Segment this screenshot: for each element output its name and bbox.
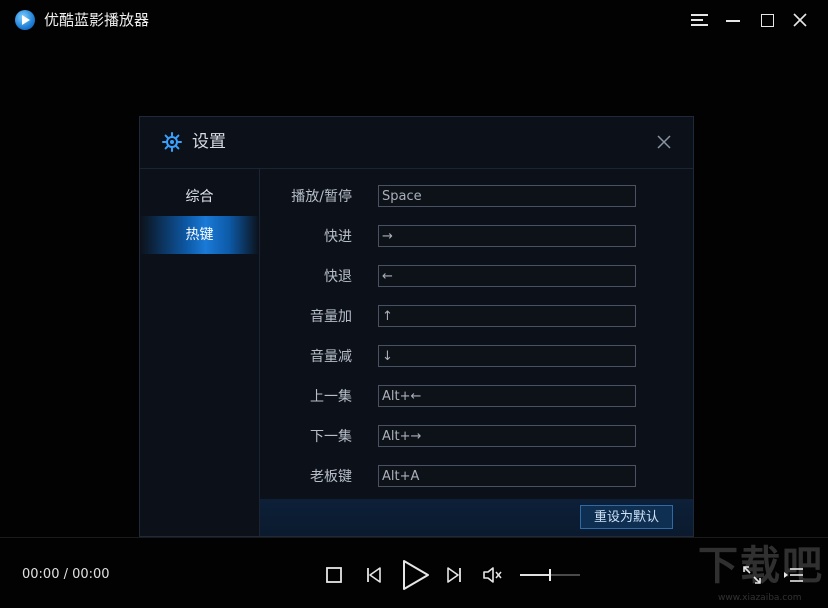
hotkey-input-fast-forward[interactable] <box>378 225 636 247</box>
volume-slider[interactable] <box>520 569 580 581</box>
hotkey-label: 上一集 <box>310 389 352 405</box>
hotkey-input-volume-down[interactable] <box>378 345 636 367</box>
hotkey-row-play-pause: 播放/暂停 <box>260 184 693 210</box>
title-bar: 优酷蓝影播放器 <box>0 0 828 40</box>
watermark-url: www.xiazaiba.com <box>718 593 802 603</box>
close-icon <box>793 13 807 27</box>
hotkey-row-rewind: 快退 <box>260 264 693 290</box>
dialog-title: 设置 <box>192 132 226 152</box>
control-bar: 00:00 / 00:00 下载吧 www.xiazaiba.com <box>0 537 828 608</box>
hotkey-label: 播放/暂停 <box>291 189 352 205</box>
hotkey-input-play-pause[interactable] <box>378 185 636 207</box>
sidebar-item-hotkey[interactable]: 热键 <box>140 216 259 254</box>
menu-icon <box>691 14 708 26</box>
dialog-footer: 重设为默认 <box>260 499 693 536</box>
settings-dialog: 设置 综合 热键 播放/暂停 快进 快退 音量加 <box>139 116 694 537</box>
maximize-icon <box>761 14 774 27</box>
reset-default-button[interactable]: 重设为默认 <box>580 505 673 529</box>
playlist-icon <box>784 568 803 582</box>
hotkey-input-rewind[interactable] <box>378 265 636 287</box>
volume-slider-handle[interactable] <box>549 569 551 581</box>
hotkey-label: 音量加 <box>310 309 352 325</box>
settings-sidebar: 综合 热键 <box>140 169 260 536</box>
hotkey-input-previous-episode[interactable] <box>378 385 636 407</box>
hotkey-row-next-episode: 下一集 <box>260 424 693 450</box>
next-button[interactable] <box>442 563 466 587</box>
minimize-button[interactable] <box>721 8 745 32</box>
hotkey-input-volume-up[interactable] <box>378 305 636 327</box>
playlist-button[interactable] <box>782 563 806 587</box>
time-display: 00:00 / 00:00 <box>22 567 110 582</box>
minimize-icon <box>726 20 740 22</box>
hotkey-label: 老板键 <box>310 469 352 485</box>
maximize-button[interactable] <box>755 8 779 32</box>
hotkey-row-fast-forward: 快进 <box>260 224 693 250</box>
close-button[interactable] <box>788 8 812 32</box>
hotkey-panel: 播放/暂停 快进 快退 音量加 音量减 上一集 <box>260 169 693 536</box>
hotkey-label: 快退 <box>324 269 352 285</box>
hotkey-label: 下一集 <box>310 429 352 445</box>
volume-button[interactable] <box>480 563 504 587</box>
app-title: 优酷蓝影播放器 <box>44 11 150 29</box>
dialog-header: 设置 <box>140 117 693 169</box>
next-icon <box>447 567 461 583</box>
player-window: 优酷蓝影播放器 设置 综合 热键 播放/暂停 Space 快进 → 快退 ← 音… <box>0 0 828 608</box>
sidebar-item-general[interactable]: 综合 <box>140 178 259 216</box>
fullscreen-icon <box>743 566 761 584</box>
fullscreen-button[interactable] <box>740 563 764 587</box>
hotkey-label: 快进 <box>324 229 352 245</box>
hotkey-input-next-episode[interactable] <box>378 425 636 447</box>
volume-icon <box>483 567 502 583</box>
hotkey-row-volume-up: 音量加 <box>260 304 693 330</box>
play-icon <box>403 560 429 590</box>
hotkey-row-boss-key: 老板键 <box>260 464 693 490</box>
app-logo-icon <box>15 10 35 30</box>
hotkey-row-previous-episode: 上一集 <box>260 384 693 410</box>
previous-icon <box>367 567 381 583</box>
stop-icon <box>326 567 342 583</box>
gear-icon <box>162 132 182 152</box>
hotkey-row-volume-down: 音量减 <box>260 344 693 370</box>
hotkey-label: 音量减 <box>310 349 352 365</box>
dialog-close-icon[interactable] <box>655 133 673 151</box>
menu-button[interactable] <box>687 8 711 32</box>
volume-slider-fill <box>520 574 550 576</box>
stop-button[interactable] <box>322 563 346 587</box>
previous-button[interactable] <box>362 563 386 587</box>
play-button[interactable] <box>400 558 432 592</box>
hotkey-input-boss-key[interactable] <box>378 465 636 487</box>
